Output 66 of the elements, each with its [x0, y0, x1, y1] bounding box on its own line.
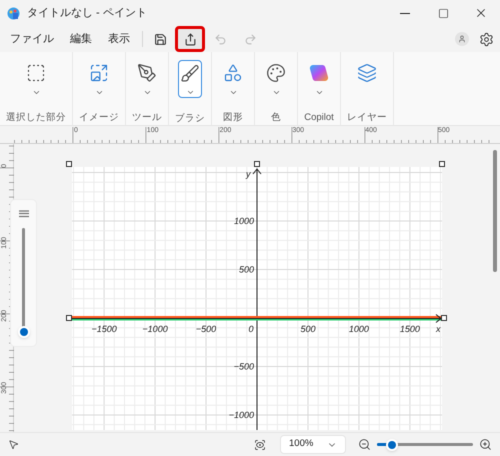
slider-thumb[interactable] [18, 326, 30, 338]
x-tick-label: 500 [300, 324, 316, 334]
ribbon-group-label: 色 [271, 111, 281, 125]
ribbon-group-label: Copilot [304, 111, 334, 125]
resize-handle[interactable] [441, 315, 447, 321]
paint-app-icon [7, 6, 20, 20]
resize-handle[interactable] [66, 161, 72, 167]
slider-thumb[interactable] [386, 438, 398, 450]
menu-item[interactable]: 表示 [102, 28, 136, 50]
x-tick-label: 1000 [348, 324, 369, 334]
ribbon-group-label: ツール [132, 111, 162, 125]
save-icon [154, 32, 166, 46]
zoom-dropdown[interactable]: 100% [280, 435, 346, 454]
chevron-down-icon [228, 88, 238, 97]
x-tick-label: 1500 [400, 324, 420, 334]
zoom-slider[interactable] [377, 438, 473, 450]
origin-label: 0 [248, 324, 254, 334]
line-thickness-icon [18, 210, 28, 218]
layers-icon [357, 63, 377, 83]
maximize-icon [438, 8, 448, 18]
chevron-down-icon [314, 88, 324, 97]
account-avatar[interactable] [455, 32, 469, 46]
undo-icon [214, 32, 226, 46]
shapes-icon [223, 63, 243, 83]
ribbon-group-label: 選択した部分 [6, 111, 66, 125]
ribbon-group-label: イメージ [79, 111, 119, 125]
chevron-down-icon [94, 88, 104, 97]
redo-icon [244, 32, 256, 46]
chevron-down-icon [142, 88, 152, 97]
brush-icon [180, 64, 200, 84]
close-icon [474, 6, 488, 20]
selection-icon [26, 63, 46, 83]
y-tick-label: 500 [238, 264, 254, 274]
ribbon-group-label: レイヤー [347, 110, 387, 125]
image-resize-icon [89, 63, 109, 83]
x-axis-label: x [436, 324, 440, 334]
settings-icon[interactable] [479, 32, 494, 46]
resize-handle[interactable] [439, 161, 445, 167]
minimize-icon [400, 12, 410, 14]
y-axis-label: y [246, 169, 250, 179]
chevron-down-icon [32, 88, 40, 97]
brush-size-slider[interactable] [18, 228, 30, 338]
menu-item[interactable]: ファイル [4, 28, 60, 50]
zoom-in-icon[interactable] [479, 438, 492, 451]
palette-icon [266, 63, 286, 83]
fit-to-window-icon[interactable] [254, 438, 266, 450]
user-icon [458, 35, 466, 43]
ribbon-group-label: 図形 [223, 111, 243, 125]
vertical-scrollbar[interactable] [493, 150, 497, 272]
zoom-out-icon[interactable] [358, 438, 371, 451]
share-icon [184, 32, 196, 46]
cursor-icon [8, 439, 19, 450]
y-tick-label: 1000 [234, 216, 254, 226]
x-tick-label: −1500 [91, 324, 117, 334]
x-tick-label: −1000 [142, 324, 168, 334]
window-title: タイトルなし - ペイント [27, 6, 147, 21]
menu-item[interactable]: 編集 [64, 28, 98, 50]
ribbon-group-label: ブラシ [175, 112, 205, 126]
resize-handle[interactable] [254, 161, 260, 167]
y-tick-label: −1000 [228, 410, 254, 420]
y-tick-label: −500 [234, 361, 254, 372]
x-tick-label: −500 [196, 324, 216, 334]
resize-handle[interactable] [66, 315, 72, 321]
ribbon-tool-button[interactable] [178, 60, 202, 98]
chevron-down-icon [272, 88, 280, 97]
share-button[interactable] [175, 26, 205, 52]
